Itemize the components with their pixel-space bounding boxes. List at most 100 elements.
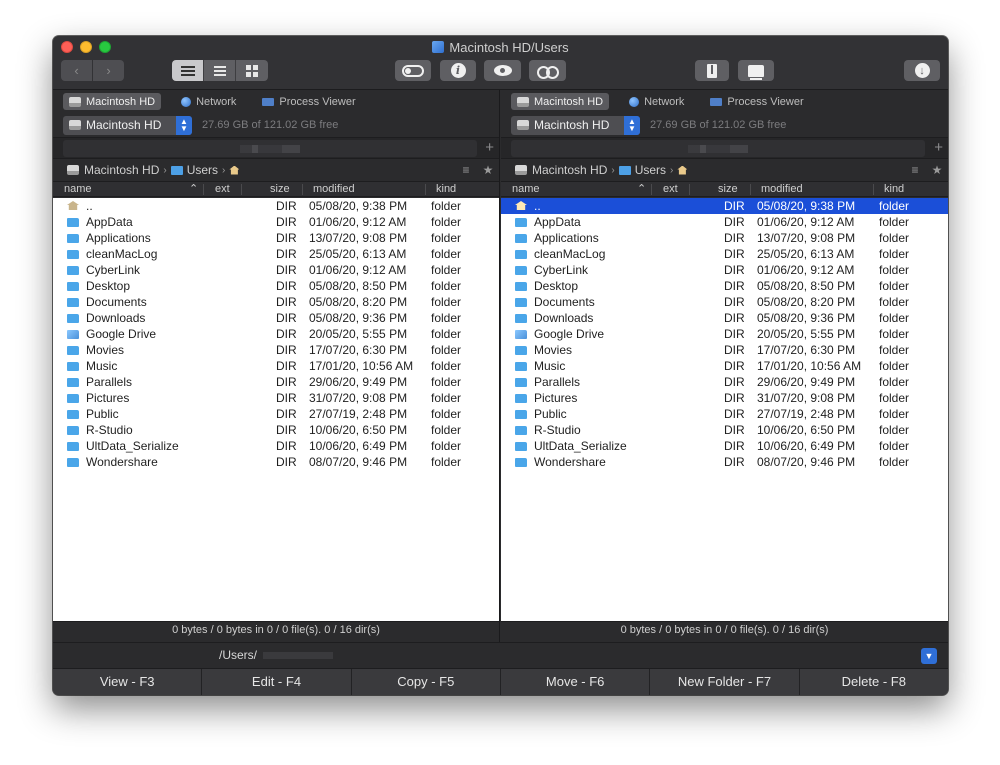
add-tab-button[interactable]: + [934,139,943,156]
search-button[interactable] [529,60,566,81]
table-row[interactable]: R-Studio DIR 10/06/20, 6:50 PM folder [53,422,499,438]
grid-view-button[interactable] [236,60,268,81]
table-row[interactable]: .. DIR 05/08/20, 9:38 PM folder [53,198,499,214]
table-row[interactable]: cleanMacLog DIR 25/05/20, 6:13 AM folder [53,246,499,262]
modified-cell: 27/07/19, 2:48 PM [309,407,408,421]
detail-view-button[interactable] [204,60,236,81]
table-row[interactable]: AppData DIR 01/06/20, 9:12 AM folder [53,214,499,230]
table-row[interactable]: CyberLink DIR 01/06/20, 9:12 AM folder [53,262,499,278]
table-row[interactable]: Google Drive DIR 20/05/20, 5:55 PM folder [501,326,948,342]
file-list-left[interactable]: .. DIR 05/08/20, 9:38 PM folder AppData DIR 01… [53,198,499,621]
kind-cell: folder [879,199,910,213]
volume-selector[interactable]: Macintosh HD ▲ ▼ [63,115,192,135]
download-button[interactable]: ↓ [904,60,940,81]
source-network[interactable]: Network [623,93,690,110]
table-row[interactable]: Music DIR 17/01/20, 10:56 AM folder [501,358,948,374]
table-row[interactable]: Downloads DIR 05/08/20, 9:36 PM folder [53,310,499,326]
delete-f8-button[interactable]: Delete - F8 [800,669,948,695]
table-row[interactable]: Downloads DIR 05/08/20, 9:36 PM folder [501,310,948,326]
back-button[interactable]: ‹ [61,60,92,81]
list-options-button[interactable]: ≡ [455,163,477,177]
col-size[interactable]: size [270,183,290,197]
home-icon[interactable] [229,165,240,175]
breadcrumb-root[interactable]: Macintosh HD [532,163,607,177]
col-size[interactable]: size [718,183,738,197]
table-row[interactable]: AppData DIR 01/06/20, 9:12 AM folder [501,214,948,230]
col-name[interactable]: name [512,183,540,197]
table-row[interactable]: Parallels DIR 29/06/20, 9:49 PM folder [501,374,948,390]
share-button[interactable] [738,60,774,81]
add-tab-button[interactable]: + [485,139,494,156]
table-row[interactable]: R-Studio DIR 10/06/20, 6:50 PM folder [501,422,948,438]
col-ext[interactable]: ext [663,183,678,197]
source-macintosh-hd[interactable]: Macintosh HD [63,93,162,110]
move-f6-button[interactable]: Move - F6 [501,669,651,695]
command-history-dropdown[interactable]: ▼ [921,648,937,664]
command-line[interactable]: /Users/ ▼ [53,642,948,668]
table-row[interactable]: .. DIR 05/08/20, 9:38 PM folder [501,198,948,214]
archive-button[interactable] [695,60,729,81]
table-row[interactable]: Google Drive DIR 20/05/20, 5:55 PM folder [53,326,499,342]
view-f3-button[interactable]: View - F3 [53,669,203,695]
table-row[interactable]: Desktop DIR 05/08/20, 8:50 PM folder [53,278,499,294]
table-row[interactable]: Public DIR 27/07/19, 2:48 PM folder [501,406,948,422]
home-icon[interactable] [677,165,688,175]
folder-icon [67,282,79,291]
hard-drive-icon [515,165,527,175]
info-button[interactable]: i [440,60,476,81]
breadcrumb-users[interactable]: Users [635,163,666,177]
size-cell: DIR [276,455,297,469]
tab-users[interactable] [63,140,477,157]
breadcrumb-users[interactable]: Users [187,163,218,177]
edit-f4-button[interactable]: Edit - F4 [202,669,352,695]
table-row[interactable]: Documents DIR 05/08/20, 8:20 PM folder [501,294,948,310]
table-row[interactable]: UltData_Serialize DIR 10/06/20, 6:49 PM fol… [501,438,948,454]
table-row[interactable]: cleanMacLog DIR 25/05/20, 6:13 AM folder [501,246,948,262]
col-name[interactable]: name [64,183,92,197]
file-list-right[interactable]: .. DIR 05/08/20, 9:38 PM folder AppData DIR 01… [501,198,948,621]
col-modified[interactable]: modified [313,183,355,197]
toggle-hidden-files-button[interactable] [395,60,431,81]
table-row[interactable]: Applications DIR 13/07/20, 9:08 PM folder [53,230,499,246]
table-row[interactable]: CyberLink DIR 01/06/20, 9:12 AM folder [501,262,948,278]
col-kind[interactable]: kind [436,183,456,197]
table-row[interactable]: Wondershare DIR 08/07/20, 9:46 PM folder [53,454,499,470]
table-row[interactable]: Parallels DIR 29/06/20, 9:49 PM folder [53,374,499,390]
volume-selector[interactable]: Macintosh HD ▲ ▼ [511,115,640,135]
table-row[interactable]: Applications DIR 13/07/20, 9:08 PM folder [501,230,948,246]
quick-look-button[interactable] [484,60,521,81]
kind-cell: folder [879,215,910,229]
source-process-viewer[interactable]: Process Viewer [704,93,809,110]
kind-cell: folder [879,263,910,277]
col-modified[interactable]: modified [761,183,803,197]
table-row[interactable]: Movies DIR 17/07/20, 6:30 PM folder [501,342,948,358]
table-row[interactable]: UltData_Serialize DIR 10/06/20, 6:49 PM fol… [53,438,499,454]
col-kind[interactable]: kind [884,183,904,197]
table-row[interactable]: Music DIR 17/01/20, 10:56 AM folder [53,358,499,374]
source-network[interactable]: Network [175,93,242,110]
table-row[interactable]: Desktop DIR 05/08/20, 8:50 PM folder [501,278,948,294]
table-row[interactable]: Public DIR 27/07/19, 2:48 PM folder [53,406,499,422]
col-ext[interactable]: ext [215,183,230,197]
source-macintosh-hd[interactable]: Macintosh HD [511,93,610,110]
left-panel: Macintosh HD Network Process Viewer Maci… [53,90,500,642]
size-cell: DIR [276,247,297,261]
table-row[interactable]: Pictures DIR 31/07/20, 9:08 PM folder [501,390,948,406]
copy-f5-button[interactable]: Copy - F5 [352,669,501,695]
folder-icon [67,410,79,419]
favorites-star-button[interactable]: ★ [477,163,499,177]
sort-caret-icon: ⌃ [189,183,199,195]
new-folder-f7-button[interactable]: New Folder - F7 [650,669,800,695]
table-row[interactable]: Documents DIR 05/08/20, 8:20 PM folder [53,294,499,310]
table-row[interactable]: Pictures DIR 31/07/20, 9:08 PM folder [53,390,499,406]
table-row[interactable]: Movies DIR 17/07/20, 6:30 PM folder [53,342,499,358]
breadcrumb-root[interactable]: Macintosh HD [84,163,159,177]
tab-users[interactable] [511,140,925,157]
list-options-button[interactable]: ≡ [904,163,926,177]
list-view-button[interactable] [172,60,204,81]
forward-button[interactable]: › [93,60,124,81]
table-row[interactable]: Wondershare DIR 08/07/20, 9:46 PM folder [501,454,948,470]
source-process-viewer[interactable]: Process Viewer [256,93,361,110]
modified-cell: 10/06/20, 6:50 PM [309,423,408,437]
favorites-star-button[interactable]: ★ [926,163,948,177]
